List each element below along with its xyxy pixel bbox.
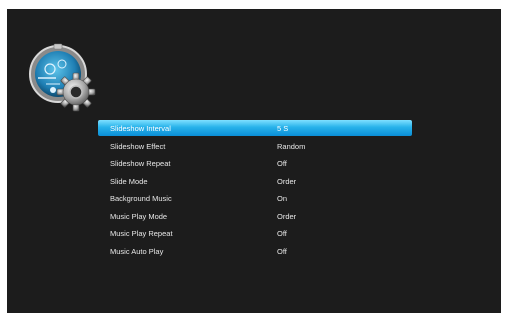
settings-gear-icon (29, 43, 96, 112)
settings-screen: Slideshow Interval 5 S Slideshow Effect … (7, 9, 501, 313)
menu-item-music-play-repeat[interactable]: Music Play Repeat Off (98, 225, 412, 243)
menu-item-slideshow-repeat[interactable]: Slideshow Repeat Off (98, 155, 412, 173)
menu-item-slide-mode[interactable]: Slide Mode Order (98, 173, 412, 191)
menu-item-value: Random (277, 141, 306, 151)
settings-menu: Slideshow Interval 5 S Slideshow Effect … (98, 120, 412, 260)
menu-item-value: Off (277, 159, 287, 169)
menu-item-value: 5 S (277, 123, 289, 133)
menu-item-label: Slideshow Effect (110, 141, 166, 151)
menu-item-label: Music Play Mode (110, 211, 168, 221)
menu-item-label: Slideshow Interval (110, 123, 171, 133)
menu-item-label: Slideshow Repeat (110, 159, 171, 169)
menu-item-background-music[interactable]: Background Music On (98, 190, 412, 208)
menu-item-value: Order (277, 211, 297, 221)
menu-item-music-play-mode[interactable]: Music Play Mode Order (98, 208, 412, 226)
menu-item-label: Slide Mode (110, 176, 148, 186)
menu-item-value: Order (277, 176, 297, 186)
menu-item-music-auto-play[interactable]: Music Auto Play Off (98, 243, 412, 261)
menu-item-value: Off (277, 246, 287, 256)
menu-item-label: Music Auto Play (110, 246, 164, 256)
menu-item-slideshow-effect[interactable]: Slideshow Effect Random (98, 138, 412, 156)
menu-item-value: Off (277, 229, 287, 239)
menu-item-label: Background Music (110, 194, 172, 204)
menu-item-label: Music Play Repeat (110, 229, 173, 239)
menu-item-slideshow-interval[interactable]: Slideshow Interval 5 S (98, 120, 412, 136)
menu-item-value: On (277, 194, 288, 204)
